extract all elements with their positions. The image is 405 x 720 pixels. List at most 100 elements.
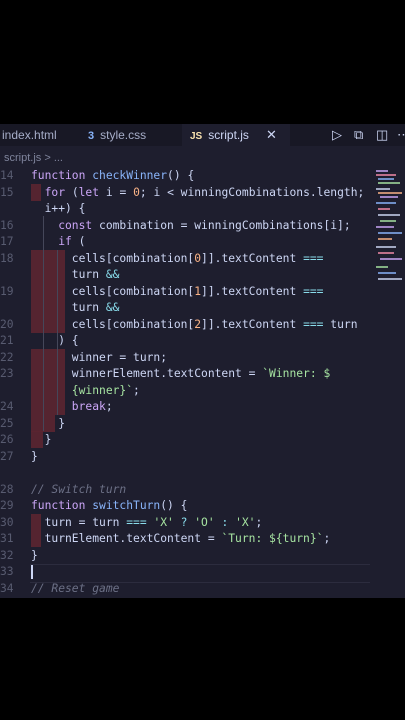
code-text: function checkWinner() { (31, 168, 194, 185)
line-number: 19 (0, 284, 14, 298)
code-text: // Switch turn (31, 482, 126, 499)
code-text: } (31, 416, 65, 433)
code-token: () { (160, 499, 188, 512)
code-token: && (105, 301, 120, 314)
code-token: checkWinner (92, 169, 168, 182)
code-text: i++) { (31, 201, 86, 218)
code-text: ) { (31, 333, 79, 350)
code-token: === (303, 251, 324, 265)
code-token: winner = turn; (31, 350, 168, 364)
code-text: cells[combination[1]].textContent === (31, 284, 324, 301)
code-text: turn && (31, 267, 120, 284)
code-text: } (31, 449, 38, 466)
line-number: 33 (0, 565, 14, 578)
code-token: if (31, 235, 79, 248)
code-token: `Winner: $ (262, 367, 331, 380)
js-file-icon: JS (190, 131, 203, 142)
line-number: 16 (0, 218, 14, 232)
code-token: switchTurn (92, 499, 161, 512)
code-text: cells[combination[2]].textContent === tu… (31, 317, 358, 334)
open-preview-icon[interactable]: ⧉ (354, 124, 363, 146)
code-token: combination = winningCombinations[i]; (99, 218, 351, 232)
code-token: } (31, 416, 66, 430)
code-token: for (31, 185, 72, 199)
line-number: 27 (0, 449, 14, 463)
code-token: 'X' (153, 515, 174, 529)
code-token: () { (167, 169, 195, 182)
code-token: turn (31, 268, 106, 281)
code-text: winner = turn; (31, 350, 167, 367)
code-token: // Switch turn (31, 482, 127, 496)
code-text: winnerElement.textContent = `Winner: $ (31, 366, 330, 383)
code-token: break (31, 400, 106, 413)
line-number: 14 (0, 169, 14, 182)
code-token: turnElement.textContent = (31, 532, 222, 545)
code-text: cells[combination[0]].textContent === (31, 251, 324, 268)
code-editor[interactable]: index.html 3 style.css JS script.js ✕ ▷ ⧉ … (0, 124, 405, 598)
minimap[interactable] (374, 166, 405, 296)
code-token: function (31, 169, 93, 182)
line-number: 22 (0, 350, 14, 364)
code-token: ) { (31, 334, 79, 347)
code-token: && (105, 268, 120, 281)
code-token: ? (173, 515, 195, 529)
code-text: turn && (31, 300, 120, 317)
code-text: turnElement.textContent = `Turn: ${turn}… (31, 531, 331, 548)
code-token: ( (71, 185, 79, 199)
code-token: === (303, 284, 324, 298)
code-token: === (126, 515, 154, 529)
code-token: turn (330, 317, 358, 331)
line-number: 29 (0, 499, 14, 512)
code-text: if ( (31, 234, 85, 251)
code-token: 'O' (194, 515, 215, 529)
code-token: ` (126, 383, 134, 397)
code-token: `Turn: ${turn}` (221, 532, 324, 545)
line-number: 24 (0, 400, 14, 413)
split-editor-icon[interactable]: ◫ (376, 124, 388, 146)
text-cursor (31, 565, 33, 579)
code-token: : (214, 515, 236, 529)
more-icon[interactable]: ⋯ (397, 124, 405, 146)
code-token: ( (78, 235, 86, 248)
tab-script-js[interactable]: JS script.js ✕ (182, 124, 290, 146)
code-token: i = (105, 185, 134, 199)
code-token: let (78, 185, 106, 199)
code-token: const (31, 218, 100, 232)
line-number: 21 (0, 334, 14, 347)
code-text: for (let i = 0; i < winningCombinations.… (31, 185, 365, 202)
code-token: i++) { (31, 202, 86, 215)
code-token: ; (133, 383, 140, 397)
code-token: ]].textContent (201, 317, 304, 331)
code-token: ; (255, 515, 263, 529)
line-number: 15 (0, 185, 14, 199)
line-number: 30 (0, 515, 14, 529)
code-token: === (303, 317, 331, 331)
line-number: 26 (0, 433, 14, 446)
code-token: ; (323, 532, 331, 545)
code-token: function (31, 499, 93, 512)
code-text: const combination = winningCombinations[… (31, 218, 351, 235)
line-number: 32 (0, 548, 14, 562)
code-token: 0 (133, 185, 140, 199)
code-text: {winner}`; (31, 383, 140, 400)
close-icon[interactable]: ✕ (266, 124, 277, 146)
line-number: 25 (0, 416, 14, 430)
code-token: // Reset game (31, 581, 120, 595)
tab-label: script.js (208, 128, 249, 142)
tab-label: index.html (2, 128, 57, 142)
code-text: } (31, 432, 52, 449)
tab-label: style.css (100, 128, 147, 142)
code-token: 'X' (235, 515, 256, 529)
code-token: ]].textContent (201, 284, 304, 298)
line-number: 17 (0, 235, 14, 248)
tab-index-html[interactable]: index.html (0, 124, 82, 146)
run-icon[interactable]: ▷ (332, 124, 342, 146)
breadcrumb[interactable]: script.js > ... (4, 150, 63, 166)
code-text: } (31, 548, 38, 565)
line-number: 28 (0, 482, 14, 496)
code-token: } (31, 433, 52, 446)
code-text: break; (31, 399, 113, 416)
code-token: ; (105, 400, 113, 413)
tab-style-css[interactable]: 3 style.css (80, 124, 186, 146)
code-token: turn = turn (31, 515, 127, 529)
